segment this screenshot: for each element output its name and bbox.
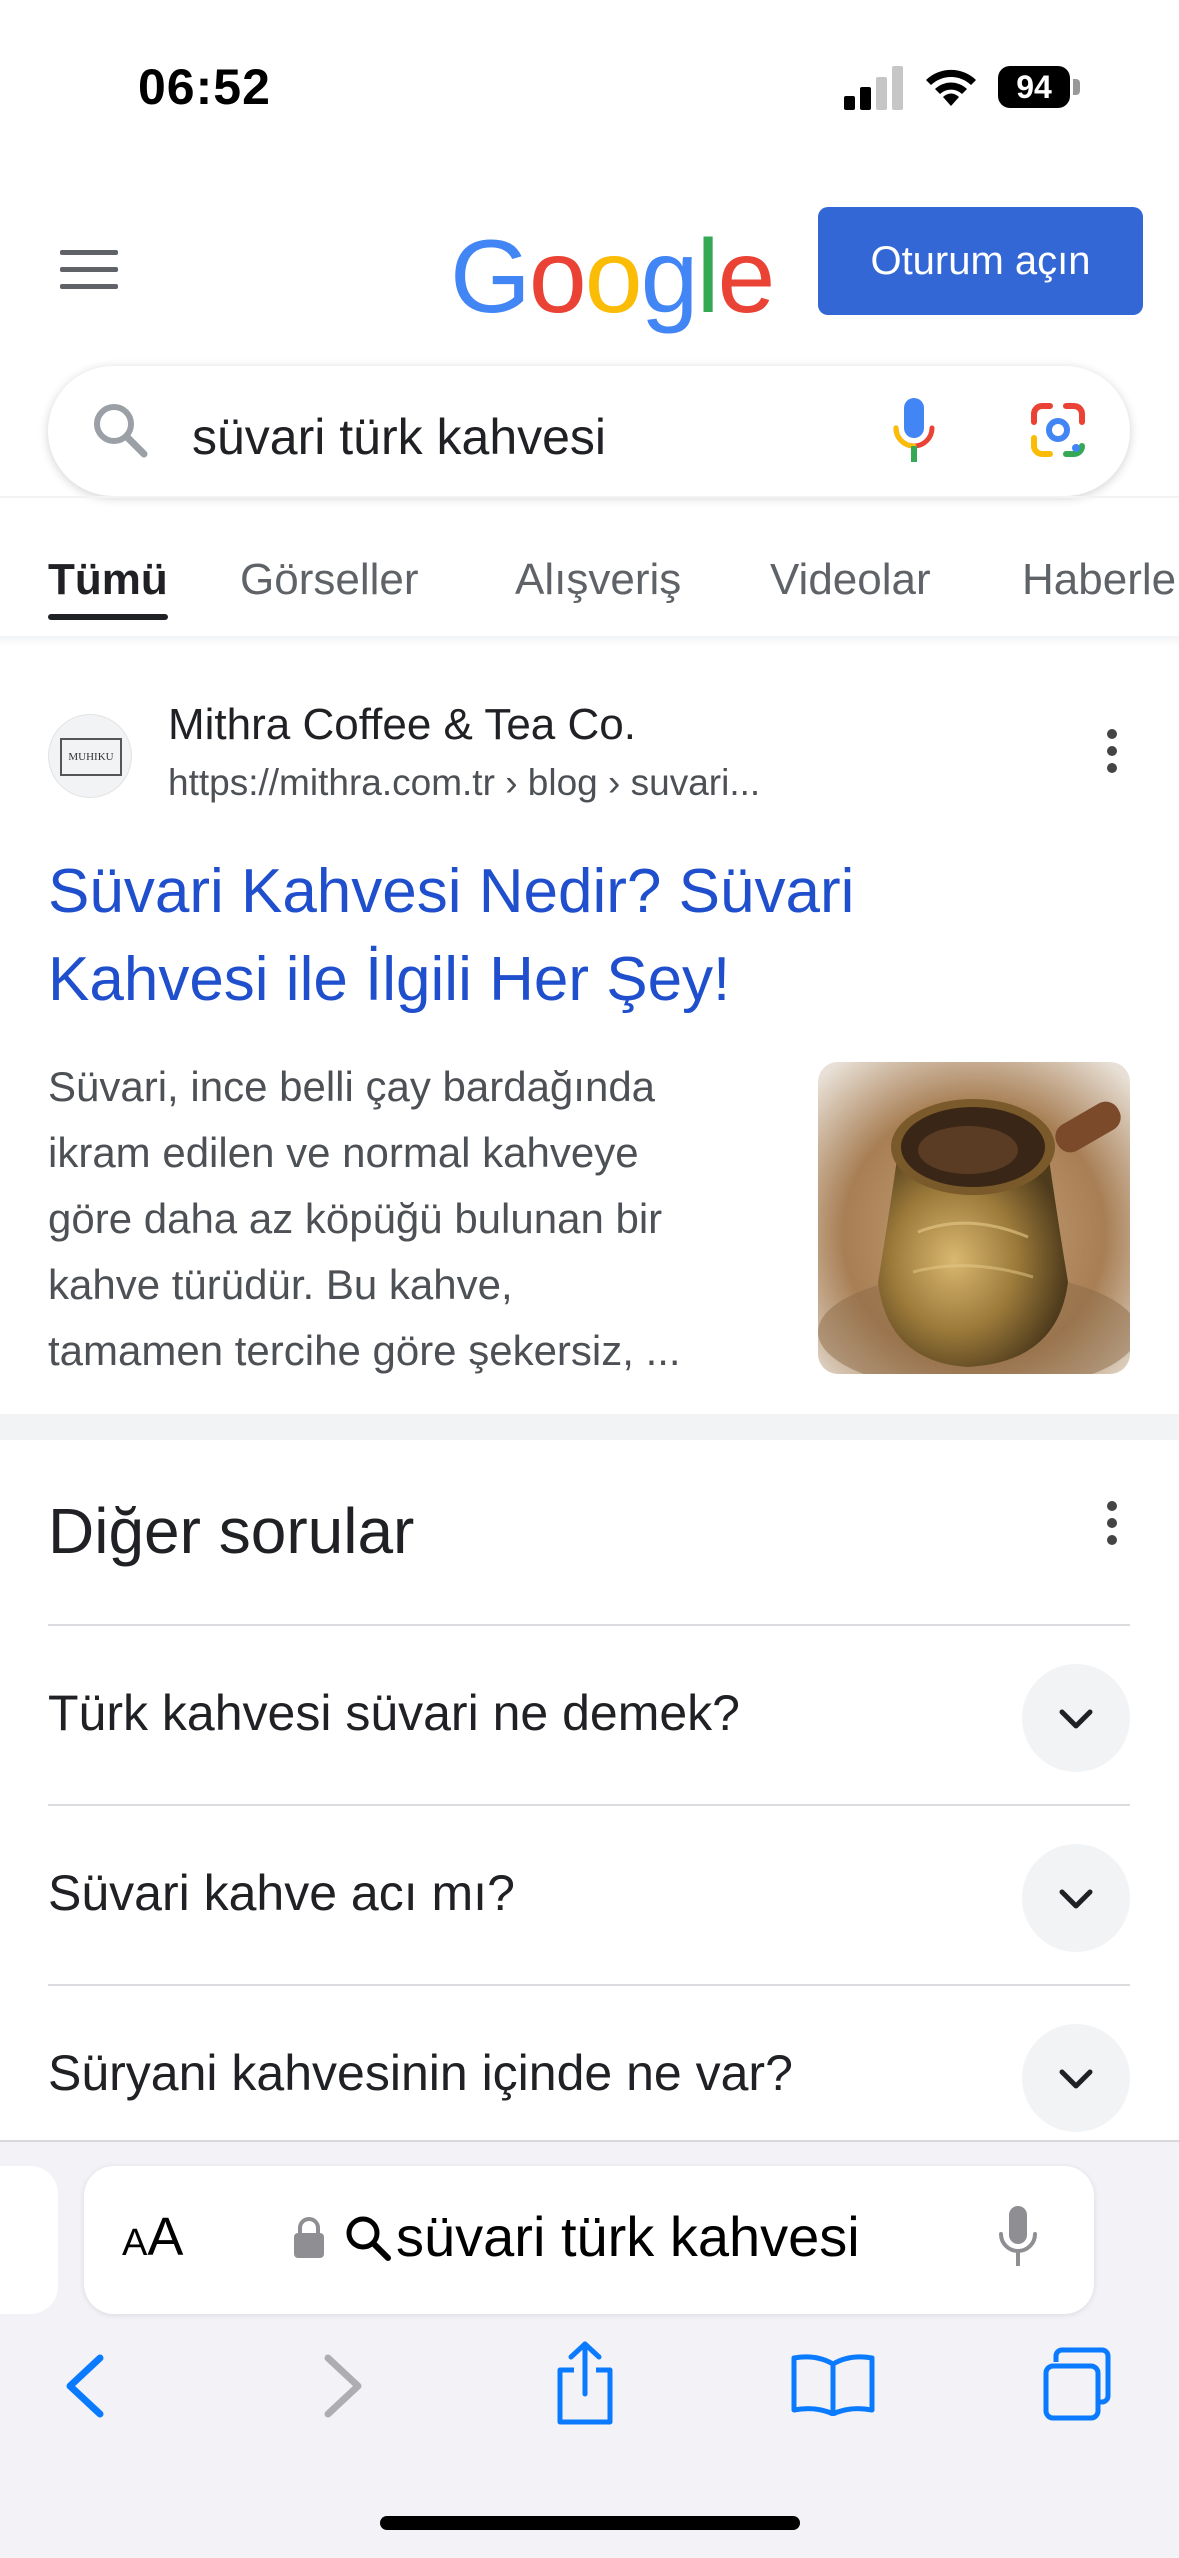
result-more-options-icon[interactable]: [1098, 728, 1126, 774]
question-item[interactable]: Süryani kahvesinin içinde ne var?: [48, 2044, 793, 2102]
result-title-line-1[interactable]: Süvari Kahvesi Nedir? Süvari: [48, 848, 1068, 936]
share-icon[interactable]: [552, 2340, 618, 2426]
search-input[interactable]: süvari türk kahvesi: [192, 408, 606, 466]
forward-arrow-icon[interactable]: [322, 2354, 366, 2418]
battery-icon: 94: [998, 66, 1082, 108]
google-lens-icon[interactable]: [1028, 400, 1088, 460]
result-site-name[interactable]: Mithra Coffee & Tea Co.: [168, 700, 636, 750]
tabs-overview-icon[interactable]: [1040, 2346, 1118, 2424]
result-title-line-2[interactable]: Kahvesi ile İlgili Her Şey!: [48, 936, 1068, 1024]
divider: [48, 1624, 1130, 1626]
question-item[interactable]: Türk kahvesi süvari ne demek?: [48, 1684, 740, 1742]
previous-tab-preview[interactable]: [0, 2166, 58, 2314]
sign-in-button[interactable]: Oturum açın: [818, 207, 1143, 315]
cellular-signal-icon: [844, 66, 903, 110]
logo-letter: G: [450, 219, 531, 335]
aa-small: A: [122, 2222, 148, 2264]
active-tab-indicator: [48, 614, 168, 620]
expand-chevron-icon[interactable]: [1022, 1844, 1130, 1952]
voice-search-icon[interactable]: [892, 398, 936, 464]
result-thumbnail-image[interactable]: [818, 1062, 1130, 1374]
tab-news[interactable]: Haberle: [1022, 555, 1179, 605]
divider: [48, 1984, 1130, 1986]
wifi-icon: [926, 69, 976, 106]
logo-letter: o: [528, 219, 587, 335]
tab-all[interactable]: Tümü: [48, 555, 168, 605]
home-indicator[interactable]: [380, 2516, 800, 2530]
tab-images[interactable]: Görseller: [240, 555, 419, 605]
section-separator: [0, 1414, 1179, 1440]
tab-videos[interactable]: Videolar: [770, 555, 931, 605]
expand-chevron-icon[interactable]: [1022, 1664, 1130, 1772]
other-questions-more-options-icon[interactable]: [1098, 1500, 1126, 1546]
header-divider: [0, 496, 1179, 498]
result-snippet: Süvari, ince belli çay bardağında ikram …: [48, 1054, 788, 1384]
snippet-line: göre daha az köpüğü bulunan bir: [48, 1195, 663, 1242]
hamburger-menu-icon[interactable]: [60, 250, 118, 290]
aa-large: A: [147, 2207, 184, 2267]
result-title[interactable]: Süvari Kahvesi Nedir? Süvari Kahvesi ile…: [48, 848, 1068, 1024]
expand-chevron-icon[interactable]: [1022, 2024, 1130, 2132]
logo-letter: o: [584, 219, 643, 335]
reader-options-button[interactable]: AA: [122, 2206, 183, 2268]
google-logo[interactable]: Google: [450, 218, 776, 337]
battery-level: 94: [1016, 69, 1052, 105]
search-icon: [94, 404, 148, 458]
logo-letter: g: [640, 219, 699, 335]
snippet-line: tamamen tercihe göre şekersiz, ...: [48, 1327, 681, 1374]
status-time: 06:52: [138, 59, 271, 115]
tabs-divider: [0, 636, 1179, 646]
lock-icon: [294, 2217, 324, 2258]
divider: [48, 1804, 1130, 1806]
question-item[interactable]: Süvari kahve acı mı?: [48, 1864, 515, 1922]
snippet-line: kahve türüdür. Bu kahve,: [48, 1261, 513, 1308]
address-text[interactable]: süvari türk kahvesi: [396, 2204, 860, 2269]
favicon-logo: MUHIKU: [60, 738, 122, 776]
logo-letter: e: [717, 219, 776, 335]
snippet-line: ikram edilen ve normal kahveye: [48, 1129, 639, 1176]
bookmarks-icon[interactable]: [790, 2352, 876, 2416]
other-questions-title: Diğer sorular: [48, 1495, 415, 1567]
tab-shopping[interactable]: Alışveriş: [515, 555, 681, 605]
result-url[interactable]: https://mithra.com.tr › blog › suvari...: [168, 762, 760, 804]
back-arrow-icon[interactable]: [62, 2354, 106, 2418]
address-search-icon: [346, 2216, 391, 2261]
snippet-line: Süvari, ince belli çay bardağında: [48, 1063, 656, 1110]
dictation-mic-icon[interactable]: [998, 2206, 1038, 2268]
logo-letter: l: [696, 219, 719, 335]
